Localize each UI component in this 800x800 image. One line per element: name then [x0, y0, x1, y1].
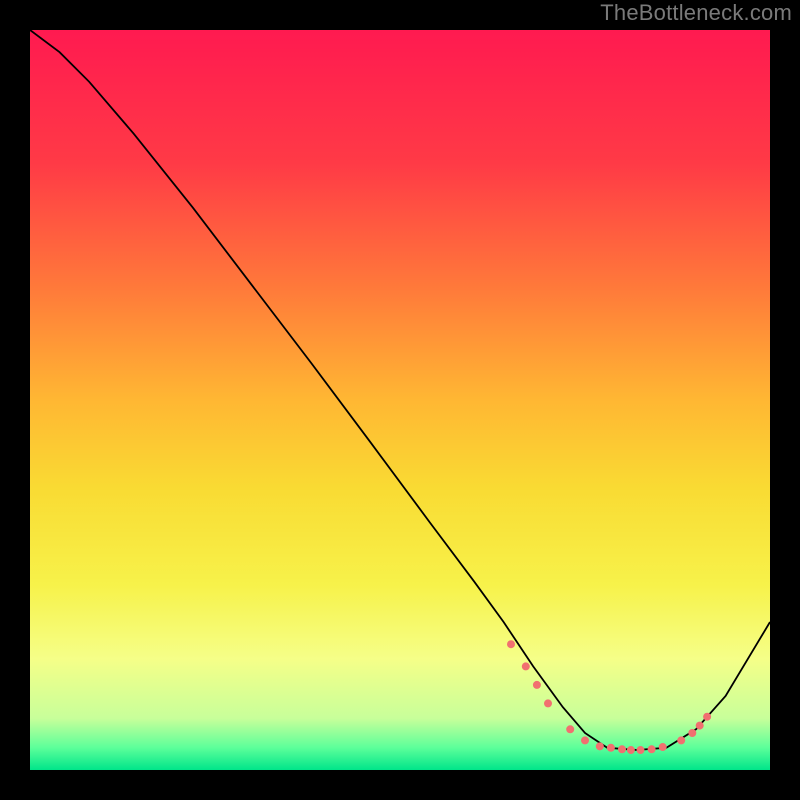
highlight-dot [544, 699, 552, 707]
highlight-dot [703, 713, 711, 721]
highlight-dot [648, 745, 656, 753]
highlight-dot [696, 722, 704, 730]
highlight-dot [627, 746, 635, 754]
highlight-dot [688, 729, 696, 737]
highlight-dot [659, 743, 667, 751]
highlight-dot [607, 744, 615, 752]
plot-area [30, 30, 770, 770]
watermark-text: TheBottleneck.com [600, 0, 792, 26]
highlight-dot [637, 746, 645, 754]
chart-container: TheBottleneck.com [0, 0, 800, 800]
highlight-dot [618, 745, 626, 753]
highlight-dot [522, 662, 530, 670]
highlight-dot [677, 736, 685, 744]
chart-svg [30, 30, 770, 770]
highlight-dot [596, 742, 604, 750]
highlight-dot [533, 681, 541, 689]
highlight-dot [581, 736, 589, 744]
highlight-dot [507, 640, 515, 648]
gradient-background [30, 30, 770, 770]
highlight-dot [566, 725, 574, 733]
